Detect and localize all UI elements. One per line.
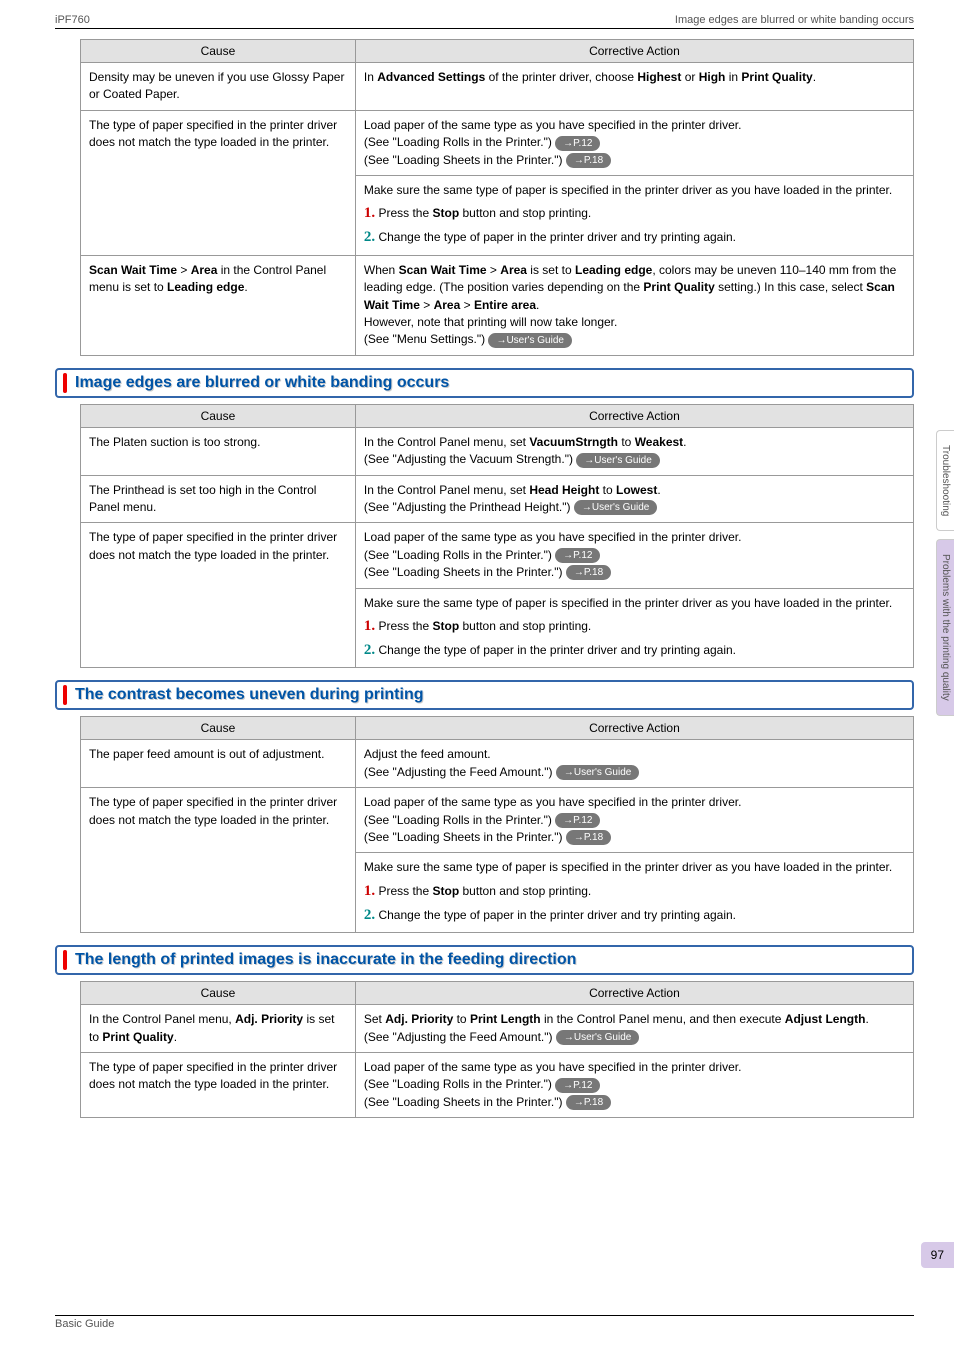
page-ref-pill[interactable]: →P.12 — [555, 548, 600, 563]
action-cell: When Scan Wait Time > Area is set to Lea… — [355, 255, 913, 355]
sidetab-troubleshooting[interactable]: Troubleshooting — [936, 430, 954, 531]
page-number: 97 — [921, 1242, 954, 1268]
table-row: The Printhead is set too high in the Con… — [81, 475, 914, 523]
th-action: Corrective Action — [355, 40, 913, 63]
action-cell: In Advanced Settings of the printer driv… — [355, 63, 913, 111]
sidetab-printing-quality[interactable]: Problems with the printing quality — [936, 539, 954, 716]
section-heading: Image edges are blurred or white banding… — [55, 368, 914, 398]
trouble-table-4: CauseCorrective Action In the Control Pa… — [80, 981, 914, 1118]
table-row: The paper feed amount is out of adjustme… — [81, 740, 914, 788]
trouble-table-2: CauseCorrective Action The Platen suctio… — [80, 404, 914, 669]
page-ref-pill[interactable]: →P.18 — [566, 1095, 611, 1110]
table-row: Scan Wait Time > Area in the Control Pan… — [81, 255, 914, 355]
table-row: The type of paper specified in the print… — [81, 110, 914, 175]
footer-text: Basic Guide — [55, 1315, 914, 1330]
section-heading: The contrast becomes uneven during print… — [55, 680, 914, 710]
users-guide-pill[interactable]: →User's Guide — [556, 1030, 640, 1045]
page-ref-pill[interactable]: →P.12 — [555, 813, 600, 828]
page-ref-pill[interactable]: →P.18 — [566, 153, 611, 168]
action-cell: Make sure the same type of paper is spec… — [355, 175, 913, 255]
table-row: The type of paper specified in the print… — [81, 1053, 914, 1118]
page-ref-pill[interactable]: →P.12 — [555, 1078, 600, 1093]
cause-cell: Scan Wait Time > Area in the Control Pan… — [81, 255, 356, 355]
section-heading: The length of printed images is inaccura… — [55, 945, 914, 975]
trouble-table-3: CauseCorrective Action The paper feed am… — [80, 716, 914, 933]
page-ref-pill[interactable]: →P.18 — [566, 830, 611, 845]
trouble-table-1: Cause Corrective Action Density may be u… — [80, 39, 914, 356]
users-guide-pill[interactable]: →User's Guide — [556, 765, 640, 780]
table-row: The type of paper specified in the print… — [81, 523, 914, 588]
users-guide-pill[interactable]: →User's Guide — [574, 500, 658, 515]
th-cause: Cause — [81, 40, 356, 63]
side-tabs: Troubleshooting Problems with the printi… — [936, 430, 954, 716]
table-row: Density may be uneven if you use Glossy … — [81, 63, 914, 111]
users-guide-pill[interactable]: →User's Guide — [488, 333, 572, 348]
cause-cell: The type of paper specified in the print… — [81, 110, 356, 255]
table-row: In the Control Panel menu, Adj. Priority… — [81, 1005, 914, 1053]
action-cell: Load paper of the same type as you have … — [355, 110, 913, 175]
cause-cell: Density may be uneven if you use Glossy … — [81, 63, 356, 111]
page-ref-pill[interactable]: →P.18 — [566, 565, 611, 580]
table-row: The type of paper specified in the print… — [81, 788, 914, 853]
page-title: Image edges are blurred or white banding… — [675, 14, 914, 26]
table-row: The Platen suction is too strong. In the… — [81, 427, 914, 475]
users-guide-pill[interactable]: →User's Guide — [576, 453, 660, 468]
model-label: iPF760 — [55, 14, 90, 26]
header-bar: iPF760 Image edges are blurred or white … — [55, 14, 914, 29]
page-ref-pill[interactable]: →P.12 — [555, 136, 600, 151]
